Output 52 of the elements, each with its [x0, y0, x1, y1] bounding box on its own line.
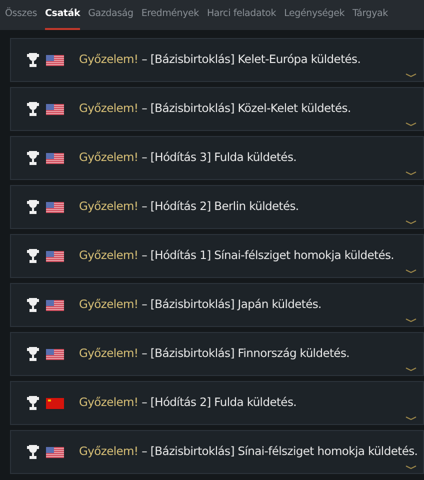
trophy-icon: [26, 199, 40, 215]
expand-icon[interactable]: [405, 122, 417, 126]
expand-icon[interactable]: [405, 171, 417, 175]
entry-text: Győzelem! – [Bázisbirtoklás] Sínai-félsziget homokja küldetés.: [79, 443, 418, 460]
expand-icon[interactable]: [405, 367, 417, 371]
trophy-icon: [26, 150, 40, 166]
tab[interactable]: Csaták: [44, 2, 80, 30]
expand-icon[interactable]: [405, 220, 417, 224]
tab[interactable]: Tárgyak: [352, 2, 388, 30]
trophy-icon: [26, 297, 40, 313]
flag-icon: [46, 398, 64, 408]
flag-icon: [46, 300, 64, 310]
entry-text: Győzelem! – [Hódítás 2] Fulda küldetés.: [79, 394, 297, 412]
battle-entry[interactable]: Győzelem! – [Bázisbirtoklás] Közel-Kelet küldetés.: [10, 87, 424, 131]
entry-text: Győzelem! – [Bázisbirtoklás] Közel-Kelet küldetés.: [79, 100, 351, 118]
flag-icon: [46, 54, 64, 66]
battle-entry[interactable]: Győzelem! – [Bázisbirtoklás] Finnország küldetés.: [10, 332, 424, 376]
flag-icon: [46, 202, 64, 212]
tab[interactable]: Legénységek: [284, 2, 345, 30]
entry-text: Győzelem! – [Bázisbirtoklás] Finnország küldetés.: [79, 345, 350, 362]
trophy-icon: [26, 346, 40, 362]
battle-entry[interactable]: Győzelem! – [Hódítás 2] Fulda küldetés.: [10, 381, 424, 425]
trophy-icon: [26, 101, 40, 117]
battle-entry[interactable]: Győzelem! – [Hódítás 2] Berlin küldetés.: [10, 185, 424, 229]
battle-entry[interactable]: Győzelem! – [Bázisbirtoklás] Kelet-Európa küldetés.: [10, 38, 424, 82]
expand-icon[interactable]: [405, 73, 417, 77]
trophy-icon: [26, 444, 40, 460]
tab[interactable]: Összes: [5, 2, 37, 30]
expand-icon[interactable]: [405, 465, 417, 469]
expand-icon[interactable]: [405, 269, 417, 273]
flag-icon: [46, 104, 64, 114]
expand-icon[interactable]: [405, 318, 417, 322]
battle-entry[interactable]: Győzelem! – [Hódítás 1] Sínai-félsziget homokja küldetés.: [10, 234, 424, 278]
battle-entry[interactable]: Győzelem! – [Bázisbirtoklás] Sínai-félsziget homokja küldetés.: [10, 430, 424, 474]
tab[interactable]: Harci feladatok: [206, 2, 276, 30]
flag-icon: [46, 152, 64, 164]
battle-entry[interactable]: Győzelem! – [Bázisbirtoklás] Japán küldetés.: [10, 283, 424, 327]
entry-text: Győzelem! – [Hódítás 3] Fulda küldetés.: [79, 149, 297, 166]
flag-icon: [46, 250, 64, 262]
expand-icon[interactable]: [405, 416, 417, 420]
flag-icon: [46, 348, 64, 360]
trophy-icon: [26, 52, 40, 68]
tab[interactable]: Gazdaság: [88, 2, 134, 30]
flag-icon: [46, 446, 64, 458]
tab[interactable]: Eredmények: [141, 2, 199, 30]
trophy-icon: [26, 395, 40, 411]
entry-text: Győzelem! – [Hódítás 1] Sínai-félsziget homokja küldetés.: [79, 247, 394, 264]
trophy-icon: [26, 248, 40, 264]
entry-text: Győzelem! – [Bázisbirtoklás] Japán küldetés.: [79, 296, 322, 314]
entry-text: Győzelem! – [Bázisbirtoklás] Kelet-Európa küldetés.: [79, 51, 361, 68]
entry-text: Győzelem! – [Hódítás 2] Berlin küldetés.: [79, 198, 299, 216]
battle-entry[interactable]: Győzelem! – [Hódítás 3] Fulda küldetés.: [10, 136, 424, 180]
